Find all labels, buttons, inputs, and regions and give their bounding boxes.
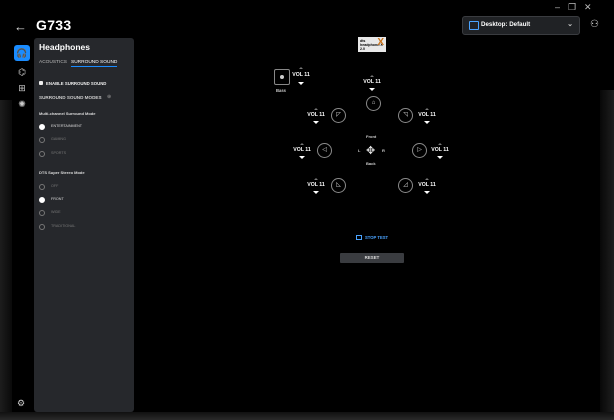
front-right-volume-down[interactable] xyxy=(424,121,430,124)
bass-speaker-button[interactable] xyxy=(274,69,290,85)
chevron-down-icon: ⌄ xyxy=(567,21,573,28)
stop-test-button[interactable]: STOP TEST xyxy=(356,235,389,241)
radio-label-front: FRONT xyxy=(51,197,64,201)
radio-front[interactable] xyxy=(39,197,45,203)
bass-volume: VOL 11 xyxy=(292,72,310,78)
radio-label-traditional: TRADITIONAL xyxy=(51,224,76,228)
bass-volume-up[interactable] xyxy=(299,67,303,69)
left-label: L xyxy=(358,148,361,153)
back-arrow-icon[interactable]: ← xyxy=(14,19,27,34)
side-right-volume-up[interactable] xyxy=(438,143,442,145)
surround-modes-header: SURROUND SOUND MODES xyxy=(39,95,102,100)
move-arrows-icon: ✥ xyxy=(366,145,376,157)
reset-button[interactable]: RESET xyxy=(340,253,404,263)
equalizer-icon[interactable]: ⊞ xyxy=(14,80,30,96)
maximize-button[interactable]: ❐ xyxy=(568,2,576,13)
user-icon[interactable]: ⚇ xyxy=(590,19,599,30)
radio-sports[interactable] xyxy=(39,151,45,157)
front-right-speaker-icon[interactable]: ◹ xyxy=(398,108,413,123)
front-left-speaker-icon[interactable]: ◸ xyxy=(331,108,346,123)
radio-traditional[interactable] xyxy=(39,224,45,230)
rear-right-speaker-icon[interactable]: ◿ xyxy=(398,178,413,193)
center-volume-down[interactable] xyxy=(369,88,375,91)
radio-label-sports: SPORTS xyxy=(51,151,67,155)
multichannel-title: Multi-channel Surround Mode xyxy=(39,111,96,116)
side-right-volume: VOL 11 xyxy=(431,147,449,153)
background-rock-right xyxy=(600,90,614,420)
background-rock-bottom xyxy=(0,412,614,420)
radio-label-gaming: GAMING xyxy=(51,137,66,141)
center-volume: VOL 11 xyxy=(363,79,381,85)
rear-right-volume-up[interactable] xyxy=(425,178,429,180)
stop-icon xyxy=(356,235,362,241)
radio-wide[interactable] xyxy=(39,210,45,216)
center-volume-up[interactable] xyxy=(370,75,374,77)
background-rock-left xyxy=(0,100,12,420)
device-title: G733 xyxy=(36,17,72,33)
headphones-icon[interactable]: 🎧 xyxy=(14,45,30,61)
front-right-volume-up[interactable] xyxy=(425,108,429,110)
side-right-speaker-icon[interactable]: ▷ xyxy=(412,143,427,158)
rear-right-volume: VOL 11 xyxy=(418,182,436,188)
stop-test-label: STOP TEST xyxy=(365,235,389,240)
rear-right-volume-down[interactable] xyxy=(424,191,430,194)
side-left-volume-down[interactable] xyxy=(299,156,305,159)
front-left-volume: VOL 11 xyxy=(307,112,325,118)
plus-icon[interactable]: ⊕ xyxy=(107,94,111,100)
close-button[interactable]: ✕ xyxy=(584,2,592,13)
front-right-volume: VOL 11 xyxy=(418,112,436,118)
bass-label: Bass xyxy=(276,88,287,93)
enable-surround-checkbox[interactable] xyxy=(39,81,43,85)
radio-label-off: OFF xyxy=(51,184,59,188)
bass-volume-down[interactable] xyxy=(298,82,304,85)
rear-left-volume: VOL 11 xyxy=(307,182,325,188)
panel-title: Headphones xyxy=(39,42,91,52)
bass-dot-icon xyxy=(280,75,284,79)
front-left-volume-down[interactable] xyxy=(313,121,319,124)
lighting-icon[interactable]: ⌬ xyxy=(14,64,30,80)
rear-left-volume-down[interactable] xyxy=(313,191,319,194)
tab-surround-sound[interactable]: SURROUND SOUND xyxy=(71,60,118,67)
radio-entertainment[interactable] xyxy=(39,124,45,130)
side-left-volume: VOL 11 xyxy=(293,147,311,153)
radio-off[interactable] xyxy=(39,184,45,190)
dts-headphone-x-logo: dts headphone:X 2.0 X xyxy=(358,37,386,52)
minimize-button[interactable]: – xyxy=(555,2,560,12)
stereo-title: DTS Super Stereo Mode xyxy=(39,170,85,175)
front-left-volume-up[interactable] xyxy=(314,108,318,110)
rear-left-volume-up[interactable] xyxy=(314,178,318,180)
gear-icon[interactable]: ⚙ xyxy=(17,398,25,409)
side-right-volume-down[interactable] xyxy=(437,156,443,159)
rear-left-speaker-icon[interactable]: ◺ xyxy=(331,178,346,193)
profile-selector[interactable]: Desktop: Default ⌄ xyxy=(462,16,580,35)
side-left-volume-up[interactable] xyxy=(300,143,304,145)
sensor-icon[interactable]: ✺ xyxy=(14,96,30,112)
back-label: Back xyxy=(366,161,376,166)
tab-acoustics[interactable]: ACOUSTICS xyxy=(39,60,67,65)
settings-panel: Headphones ACOUSTICS SURROUND SOUND ENAB… xyxy=(34,38,134,412)
right-label: R xyxy=(382,148,385,153)
center-speaker-icon[interactable]: ⌂ xyxy=(366,96,381,111)
radio-label-wide: WIDE xyxy=(51,210,61,214)
dts-x-mark: X xyxy=(377,37,384,48)
profile-label: Desktop: Default xyxy=(481,21,531,28)
radio-label-entertainment: ENTERTAINMENT xyxy=(51,124,83,128)
front-label: Front xyxy=(366,134,377,139)
dts-badge-text: dts headphone:X 2.0 xyxy=(360,39,383,51)
side-left-speaker-icon[interactable]: ◁ xyxy=(317,143,332,158)
desktop-icon xyxy=(469,21,479,30)
enable-surround-label: ENABLE SURROUND SOUND xyxy=(46,81,107,86)
radio-gaming[interactable] xyxy=(39,137,45,143)
